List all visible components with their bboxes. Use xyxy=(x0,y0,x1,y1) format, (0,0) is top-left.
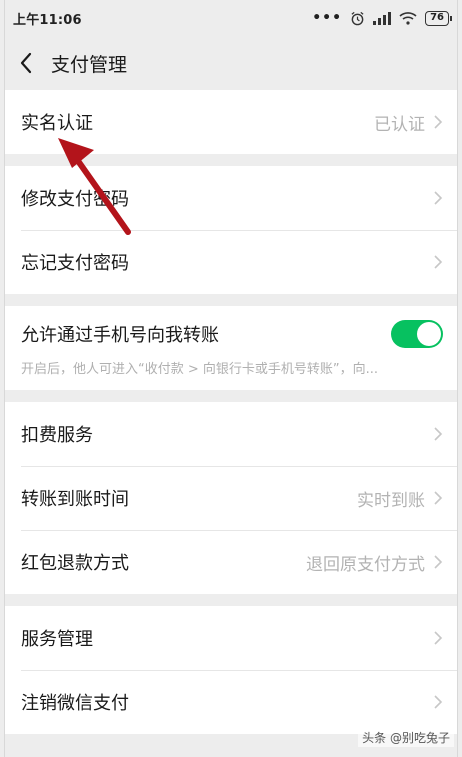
chevron-right-icon xyxy=(434,191,443,205)
row-allow-phone-transfer: 允许通过手机号向我转账 开启后，他人可进入“收付款 > 向银行卡或手机号转账”，… xyxy=(5,306,457,390)
row-real-name-auth[interactable]: 实名认证 已认证 xyxy=(5,90,457,154)
toggle-header: 允许通过手机号向我转账 xyxy=(21,320,443,348)
battery-level: 76 xyxy=(425,10,452,26)
status-icons: ••• 76 xyxy=(312,10,452,26)
back-button[interactable] xyxy=(19,48,37,78)
group-phone-transfer: 允许通过手机号向我转账 开启后，他人可进入“收付款 > 向银行卡或手机号转账”，… xyxy=(5,306,457,390)
row-value-wrap xyxy=(433,426,443,442)
watermark: 头条 @别吃兔子 xyxy=(358,728,454,747)
signal-icon xyxy=(373,11,392,25)
row-label: 实名认证 xyxy=(21,113,93,134)
row-transfer-arrival-time[interactable]: 转账到账时间 实时到账 xyxy=(5,466,457,530)
chevron-right-icon xyxy=(434,555,443,569)
chevron-right-icon xyxy=(434,491,443,505)
row-value-wrap: 已认证 xyxy=(374,110,443,135)
toggle-description: 开启后，他人可进入“收付款 > 向银行卡或手机号转账”，向... xyxy=(21,362,379,377)
row-value-wrap xyxy=(433,190,443,206)
row-deduction-service[interactable]: 扣费服务 xyxy=(5,402,457,466)
status-time: 上午11:06 xyxy=(13,12,82,28)
chevron-right-icon xyxy=(434,695,443,709)
row-label: 注销微信支付 xyxy=(21,693,129,714)
row-label: 红包退款方式 xyxy=(21,553,129,574)
chevron-right-icon xyxy=(434,255,443,269)
row-service-management[interactable]: 服务管理 xyxy=(5,606,457,670)
row-cancel-wechat-pay[interactable]: 注销微信支付 xyxy=(5,670,457,734)
row-value: 退回原支付方式 xyxy=(306,554,425,575)
row-value-wrap xyxy=(433,630,443,646)
row-value-wrap xyxy=(433,694,443,710)
toggle-knob xyxy=(417,322,441,346)
page-title: 支付管理 xyxy=(51,53,128,76)
alarm-icon xyxy=(351,11,364,25)
row-label: 忘记支付密码 xyxy=(21,253,129,274)
row-label: 转账到账时间 xyxy=(21,489,129,510)
wifi-icon xyxy=(399,12,417,25)
row-label: 扣费服务 xyxy=(21,425,93,446)
group-identity: 实名认证 已认证 xyxy=(5,90,457,154)
navigation-bar: 支付管理 xyxy=(5,36,457,90)
row-value: 实时到账 xyxy=(357,490,425,511)
chevron-right-icon xyxy=(434,631,443,645)
row-label: 服务管理 xyxy=(21,629,93,650)
group-password: 修改支付密码 忘记支付密码 xyxy=(5,166,457,294)
group-account: 服务管理 注销微信支付 xyxy=(5,606,457,734)
phone-transfer-toggle[interactable] xyxy=(391,320,443,348)
row-label: 修改支付密码 xyxy=(21,189,129,210)
row-value: 已认证 xyxy=(374,114,425,135)
row-value-wrap xyxy=(433,254,443,270)
toggle-label: 允许通过手机号向我转账 xyxy=(21,325,219,346)
back-arrow-icon xyxy=(20,52,32,74)
row-red-packet-refund[interactable]: 红包退款方式 退回原支付方式 xyxy=(5,530,457,594)
notification-dots: ••• xyxy=(312,10,343,26)
row-change-pay-password[interactable]: 修改支付密码 xyxy=(5,166,457,230)
row-forgot-pay-password[interactable]: 忘记支付密码 xyxy=(5,230,457,294)
phone-frame: 上午11:06 ••• 76 支付管理 实名认证 已认证 修改支付密码 忘记支付… xyxy=(4,0,458,757)
group-services: 扣费服务 转账到账时间 实时到账 红包退款方式 退回原支付方式 xyxy=(5,402,457,594)
row-value-wrap: 退回原支付方式 xyxy=(306,550,443,575)
chevron-right-icon xyxy=(434,115,443,129)
status-bar: 上午11:06 ••• 76 xyxy=(5,0,457,36)
chevron-right-icon xyxy=(434,427,443,441)
row-value-wrap: 实时到账 xyxy=(357,486,443,511)
